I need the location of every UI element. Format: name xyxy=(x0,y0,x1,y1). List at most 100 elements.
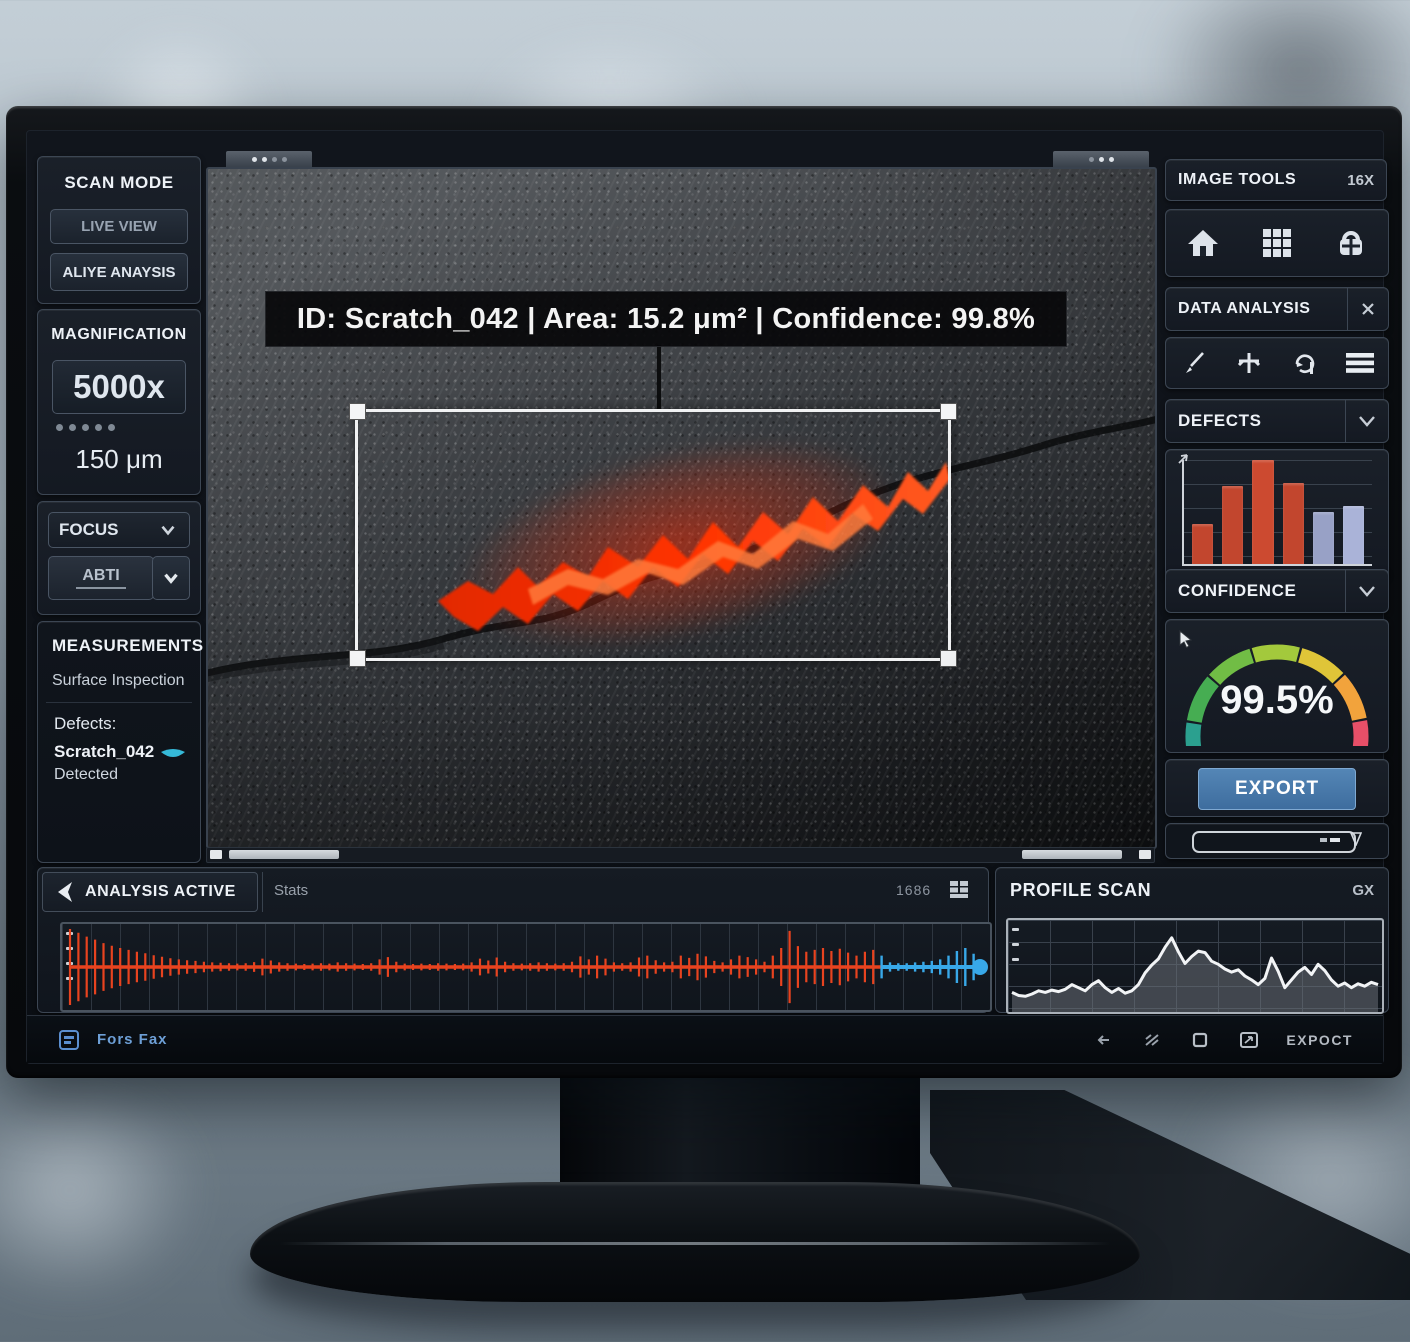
defect-bar xyxy=(1222,486,1243,564)
focus-dropdown-button[interactable] xyxy=(152,556,190,600)
chevron-down-icon xyxy=(1358,585,1376,597)
confidence-title: CONFIDENCE xyxy=(1166,581,1345,601)
monitor-bezel: SCAN MODE LIVE VIEW ALIYE ANAYSIS MAGNIF… xyxy=(6,106,1402,1078)
window-restore-icon[interactable] xyxy=(1192,1032,1208,1048)
slider-dashes xyxy=(1320,838,1340,842)
confidence-value: 99.5% xyxy=(1166,678,1388,723)
crosshair-icon xyxy=(1236,350,1262,376)
export-window-icon[interactable] xyxy=(1240,1032,1258,1048)
viewport-scrollbar[interactable] xyxy=(206,847,1155,863)
export-button[interactable]: EXPORT xyxy=(1198,768,1356,810)
scale-icon[interactable] xyxy=(1144,1033,1160,1047)
data-analysis-close-button[interactable] xyxy=(1347,288,1388,330)
image-tools-box xyxy=(1165,209,1389,277)
defect-indicator-icon xyxy=(160,748,186,762)
chevron-down-icon[interactable] xyxy=(157,519,179,541)
back-arrow-icon[interactable] xyxy=(1096,1034,1110,1046)
magnification-value: 5000x xyxy=(73,368,165,406)
profile-title: PROFILE SCAN xyxy=(1010,880,1151,901)
background-blob xyxy=(0,1080,200,1300)
defects-label: Defects: xyxy=(54,714,116,734)
taskbar: Fors Fax EXPOCT xyxy=(27,1015,1383,1063)
stats-tab[interactable]: Stats xyxy=(274,882,308,899)
taskbar-app-label[interactable]: Fors Fax xyxy=(97,1031,168,1048)
brush-tool-button[interactable] xyxy=(1166,350,1222,376)
zoom-level-dots xyxy=(56,424,115,431)
auto-analysis-button[interactable]: ALIYE ANAYSIS xyxy=(50,253,188,291)
crosshair-tool-button[interactable] xyxy=(1222,350,1278,376)
confidence-gauge-panel: 99.5% xyxy=(1165,619,1389,753)
defects-header: DEFECTS xyxy=(1165,399,1389,443)
playback-icon[interactable] xyxy=(53,880,75,904)
rotate-tool-button[interactable] xyxy=(1277,350,1333,376)
grid-small-icon[interactable] xyxy=(950,881,970,899)
progress-slider[interactable] xyxy=(1192,831,1356,853)
profile-panel: PROFILE SCAN GX xyxy=(995,867,1389,1013)
defect-list-item[interactable]: Scratch_042 Detected xyxy=(54,742,192,784)
cursor-icon xyxy=(1178,630,1194,648)
vignette xyxy=(208,169,1155,847)
live-view-button[interactable]: LIVE VIEW xyxy=(50,209,188,244)
profile-scan-chart xyxy=(1008,920,1382,1012)
export-button-label: EXPORT xyxy=(1235,778,1319,800)
analysis-header-box: ANALYSIS ACTIVE xyxy=(42,872,258,912)
scrollbar-button[interactable] xyxy=(1139,850,1151,859)
live-view-label: LIVE VIEW xyxy=(81,218,157,235)
microscope-viewport[interactable]: ID: Scratch_042 | Area: 15.2 μm² | Confi… xyxy=(206,167,1157,849)
menu-icon xyxy=(1346,352,1374,374)
confidence-collapse-button[interactable] xyxy=(1345,570,1388,612)
defect-bar xyxy=(1313,512,1334,564)
magnification-value-box[interactable]: 5000x xyxy=(52,360,186,414)
scrollbar-thumb[interactable] xyxy=(1022,850,1122,859)
home-tool-button[interactable] xyxy=(1166,228,1240,258)
analysis-panel: ANALYSIS ACTIVE Stats 1686 xyxy=(37,867,989,1013)
grid-tool-button[interactable] xyxy=(1240,228,1314,258)
viewport-tab-right[interactable] xyxy=(1053,151,1149,167)
defects-collapse-button[interactable] xyxy=(1345,400,1388,442)
defect-bar xyxy=(1192,524,1213,564)
scrollbar-thumb[interactable] xyxy=(229,850,339,859)
confidence-header: CONFIDENCE xyxy=(1165,569,1389,613)
menu-tool-button[interactable] xyxy=(1333,352,1389,374)
magnification-title: MAGNIFICATION xyxy=(38,326,200,344)
measurements-panel: MEASUREMENTS Surface Inspection Defects:… xyxy=(37,621,201,863)
image-tools-zoom: 16X xyxy=(1347,172,1374,189)
divider xyxy=(46,702,192,703)
defects-chart-panel xyxy=(1165,449,1389,579)
scrollbar-button[interactable] xyxy=(210,850,222,859)
scan-mode-panel: SCAN MODE LIVE VIEW ALIYE ANAYSIS xyxy=(37,156,201,304)
focus-header[interactable]: FOCUS xyxy=(48,512,190,548)
profile-chart-box xyxy=(1006,918,1384,1014)
grid-icon xyxy=(1262,228,1292,258)
image-tools-header: IMAGE TOOLS 16X xyxy=(1165,159,1387,201)
taskbar-export-label[interactable]: EXPOCT xyxy=(1286,1032,1353,1048)
profile-zoom: GX xyxy=(1352,882,1374,899)
window-icon[interactable] xyxy=(59,1030,79,1050)
focus-dropdown[interactable]: ABTI xyxy=(48,556,154,600)
focus-title: FOCUS xyxy=(59,520,119,540)
focus-panel: FOCUS ABTI xyxy=(37,501,201,615)
lock-tool-button[interactable] xyxy=(1314,227,1388,259)
defect-bar xyxy=(1252,460,1273,564)
waveform-svg xyxy=(62,924,990,1010)
progress-panel xyxy=(1165,823,1389,859)
screen: SCAN MODE LIVE VIEW ALIYE ANAYSIS MAGNIF… xyxy=(26,130,1384,1064)
analysis-waveform xyxy=(62,924,990,1010)
focus-value: ABTI xyxy=(76,567,125,589)
data-analysis-box xyxy=(1165,337,1389,389)
monitor-stand-rim xyxy=(280,1242,1110,1245)
data-analysis-title: DATA ANALYSIS xyxy=(1166,300,1347,318)
frame-counter: 1686 xyxy=(896,882,931,898)
brush-icon xyxy=(1181,350,1207,376)
data-analysis-header: DATA ANALYSIS xyxy=(1165,287,1389,331)
measurements-title: MEASUREMENTS xyxy=(52,636,204,656)
analysis-status: ANALYSIS ACTIVE xyxy=(85,883,236,901)
header-divider xyxy=(262,872,263,912)
defects-title: DEFECTS xyxy=(1166,411,1345,431)
close-icon xyxy=(1361,302,1375,316)
defect-bar xyxy=(1283,483,1304,564)
viewport-tab-left[interactable] xyxy=(226,151,312,167)
rotate-icon xyxy=(1291,350,1319,376)
slider-arrow-icon[interactable] xyxy=(1350,832,1362,846)
scan-mode-title: SCAN MODE xyxy=(38,173,200,193)
